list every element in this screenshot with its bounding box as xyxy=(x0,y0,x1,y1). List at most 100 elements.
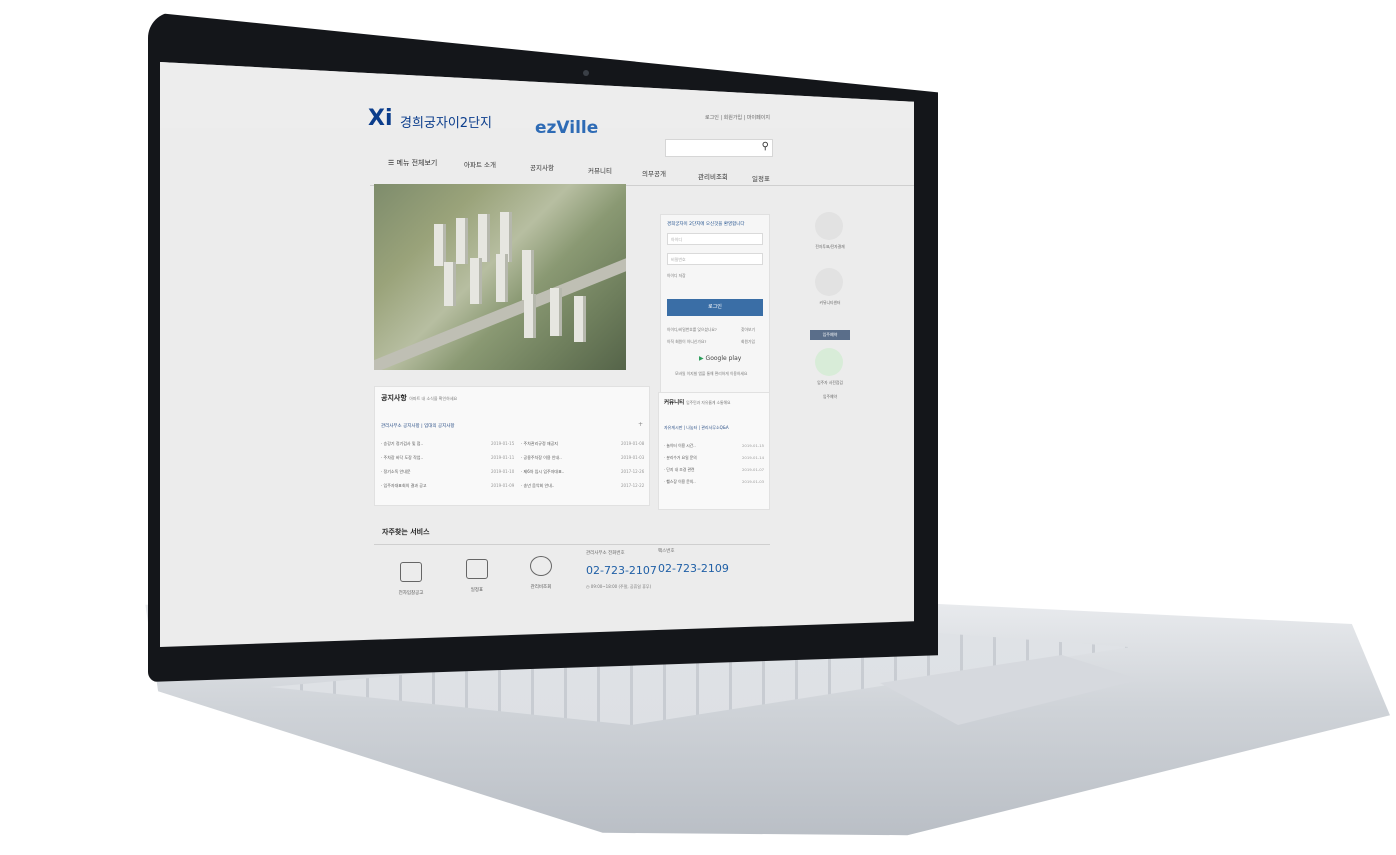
notice-row[interactable]: · 입주자대표회의 결과 공고 2019-01-09 · 송년 음악회 안내.. 20… xyxy=(381,483,645,489)
notice-row-title[interactable]: · 정기소독 안내문 xyxy=(381,469,411,474)
clock-icon: ◷ xyxy=(586,584,590,589)
community-subtitle: 입주민과 자유롭게 소통해요 xyxy=(686,400,731,405)
vote-icon[interactable] xyxy=(815,212,843,240)
side-item-reservation[interactable]: 입주예약 xyxy=(800,394,860,400)
community-row[interactable]: · 놀이터 이용 시간.. 2019-01-15 xyxy=(664,443,766,449)
hero-building xyxy=(574,296,586,342)
nav-item-fees[interactable]: 관리비조회 xyxy=(698,171,728,181)
notice-row-date: 2019-01-11 xyxy=(491,455,515,460)
office-phone-label: 관리사무소 전화번호 xyxy=(586,551,625,556)
hero-building xyxy=(456,218,468,264)
logo-mark[interactable]: Xi xyxy=(368,106,393,131)
community-row[interactable]: · 분리수거 요일 문의 2019-01-14 xyxy=(664,455,766,461)
service-fees[interactable]: 관리비조회 xyxy=(516,556,566,590)
menu-all-button[interactable]: ☰ 메뉴 전체보기 xyxy=(388,158,437,168)
service-schedule-label: 일정표 xyxy=(470,588,484,593)
remember-checkbox[interactable]: 아이디 저장 xyxy=(667,273,686,279)
community-row[interactable]: · 단지 내 조경 관련 2019-01-07 xyxy=(664,467,766,473)
hero-image xyxy=(374,184,626,370)
nav-item-community[interactable]: 커뮤니티 xyxy=(588,165,612,175)
community-row-title[interactable]: · 헬스장 이용 문의.. xyxy=(664,479,696,484)
notice-row-title[interactable]: · 제6차 임시 입주자대표.. xyxy=(521,469,564,475)
notice-tabs[interactable]: 관리사무소 공지사항 | 입대의 공지사항 xyxy=(381,423,455,429)
more-icon[interactable]: + xyxy=(638,421,643,428)
photo-stage: Xi 경희궁자이2단지 ezVille 로그인 | 회원가입 | 마이페이지 ⚲… xyxy=(0,0,1396,855)
notice-row-title[interactable]: · 공용주차장 이용 안내.. xyxy=(521,455,562,461)
notice-row-title[interactable]: · 주차장 바닥 도장 작업.. xyxy=(381,455,423,460)
community-tabs[interactable]: 자유게시판 | 나눔터 | 관리사무소Q&A xyxy=(664,425,729,431)
hero-building xyxy=(522,250,534,300)
hero-building xyxy=(550,288,562,336)
camera-icon xyxy=(583,70,589,76)
side-item-community-center[interactable]: 커뮤니티센터 xyxy=(800,300,860,306)
search-icon[interactable]: ⚲ xyxy=(762,141,769,152)
nav-item-schedule[interactable]: 일정표 xyxy=(752,173,770,183)
hero-building xyxy=(470,258,482,304)
tab-council-notice[interactable]: 입대의 공지사항 xyxy=(424,424,454,429)
community-row-title[interactable]: · 분리수거 요일 문의 xyxy=(664,455,697,460)
find-account-text: 아이디/비밀번호를 잊으셨나요? xyxy=(667,327,717,332)
nav-item-intro[interactable]: 아파트 소개 xyxy=(464,159,496,169)
person-icon[interactable] xyxy=(815,268,843,296)
notice-row-title[interactable]: · 송년 음악회 안내.. xyxy=(521,483,554,489)
hero-building xyxy=(478,214,490,262)
magnifier-house-icon[interactable] xyxy=(815,348,843,376)
community-row-date: 2019-01-14 xyxy=(742,455,765,460)
notice-row-title[interactable]: · 승강기 정기검사 및 점.. xyxy=(381,441,423,446)
find-account-button[interactable]: 찾아보기 xyxy=(741,327,755,333)
notice-row-title[interactable]: · 주차관리규정 재공지 xyxy=(521,441,558,447)
notice-row-date: 2019-01-09 xyxy=(491,483,515,488)
community-board: 커뮤니티 입주민과 자유롭게 소통해요 자유게시판 | 나눔터 | 관리사무소Q… xyxy=(658,392,770,510)
fax-number: 02-723-2109 xyxy=(658,562,729,575)
services-title: 자주찾는 서비스 xyxy=(382,528,430,536)
fax-label: 팩스번호 xyxy=(658,549,675,554)
service-bidding-label: 전자입찰공고 xyxy=(398,591,424,596)
notice-row-date: 2019-01-03 xyxy=(621,455,645,460)
service-schedule[interactable]: 일정표 xyxy=(452,559,502,593)
nav-item-notice[interactable]: 공지사항 xyxy=(530,162,554,172)
community-row-title[interactable]: · 놀이터 이용 시간.. xyxy=(664,443,696,448)
play-icon: ▶ xyxy=(699,355,704,362)
side-item-vote[interactable]: 전자투표/전자결재 xyxy=(800,244,860,250)
logo-name[interactable]: 경희궁자이2단지 xyxy=(400,112,492,131)
top-links[interactable]: 로그인 | 회원가입 | 마이페이지 xyxy=(705,114,770,121)
community-row-date: 2019-01-15 xyxy=(742,443,765,448)
id-field[interactable]: 아이디 xyxy=(667,233,763,245)
password-field[interactable]: 비밀번호 xyxy=(667,253,763,265)
community-title: 커뮤니티 입주민과 자유롭게 소통해요 xyxy=(664,398,731,406)
office-phone-number: 02-723-2107 xyxy=(586,564,657,577)
join-text: 아직 회원이 아니신가요? xyxy=(667,339,707,344)
service-fees-label: 관리비조회 xyxy=(530,585,552,590)
nav-item-disclosure[interactable]: 의무공개 xyxy=(642,168,666,178)
join-button[interactable]: 회원가입 xyxy=(741,339,755,345)
community-row-title[interactable]: · 단지 내 조경 관련 xyxy=(664,467,695,472)
notice-row[interactable]: · 승강기 정기검사 및 점.. 2019-01-15 · 주차관리규정 재공지 20… xyxy=(381,441,645,447)
notice-title: 공지사항 아파트 내 소식을 확인하세요 xyxy=(381,393,457,403)
hero-building xyxy=(524,294,536,338)
community-title-text: 커뮤니티 xyxy=(664,400,685,406)
coins-icon xyxy=(530,556,552,576)
notice-row-title[interactable]: · 입주자대표회의 결과 공고 xyxy=(381,483,427,488)
notice-row[interactable]: · 주차장 바닥 도장 작업.. 2019-01-11 · 공용주차장 이용 안내.… xyxy=(381,455,645,461)
community-row[interactable]: · 헬스장 이용 문의.. 2019-01-03 xyxy=(664,479,766,485)
notice-row[interactable]: · 정기소독 안내문 2019-01-10 · 제6차 임시 입주자대표.. 2017… xyxy=(381,469,645,475)
notice-row-date: 2019-01-15 xyxy=(491,441,515,446)
brand-logo[interactable]: ezVille xyxy=(535,118,598,138)
notice-title-text: 공지사항 xyxy=(381,394,407,402)
side-item-inspection[interactable]: 입주자 사전점검 xyxy=(800,380,860,386)
office-hours-text: 09:00~18:00 (주말, 공휴일 휴무) xyxy=(590,584,652,589)
notice-board: 공지사항 아파트 내 소식을 확인하세요 관리사무소 공지사항 | 입대의 공지… xyxy=(374,386,650,506)
login-title: 경희궁자이 2단지에 오신것을 환영합니다 xyxy=(667,222,745,227)
hero-building xyxy=(496,254,508,302)
tab-office-notice[interactable]: 관리사무소 공지사항 xyxy=(381,424,420,429)
login-panel: 경희궁자이 2단지에 오신것을 환영합니다 아이디 비밀번호 아이디 저장 로그… xyxy=(660,214,770,394)
community-row-date: 2019-01-07 xyxy=(742,467,765,472)
services-divider xyxy=(374,544,770,545)
login-button[interactable]: 로그인 xyxy=(667,299,763,316)
side-tag[interactable]: 입주예약 xyxy=(810,330,850,340)
google-play-badge[interactable]: ▶ Google play xyxy=(699,355,741,362)
google-play-label: Google play xyxy=(705,355,742,362)
notice-row-date: 2017-12-26 xyxy=(621,469,645,474)
hero-building xyxy=(444,262,456,306)
service-bidding[interactable]: 전자입찰공고 xyxy=(386,562,436,596)
